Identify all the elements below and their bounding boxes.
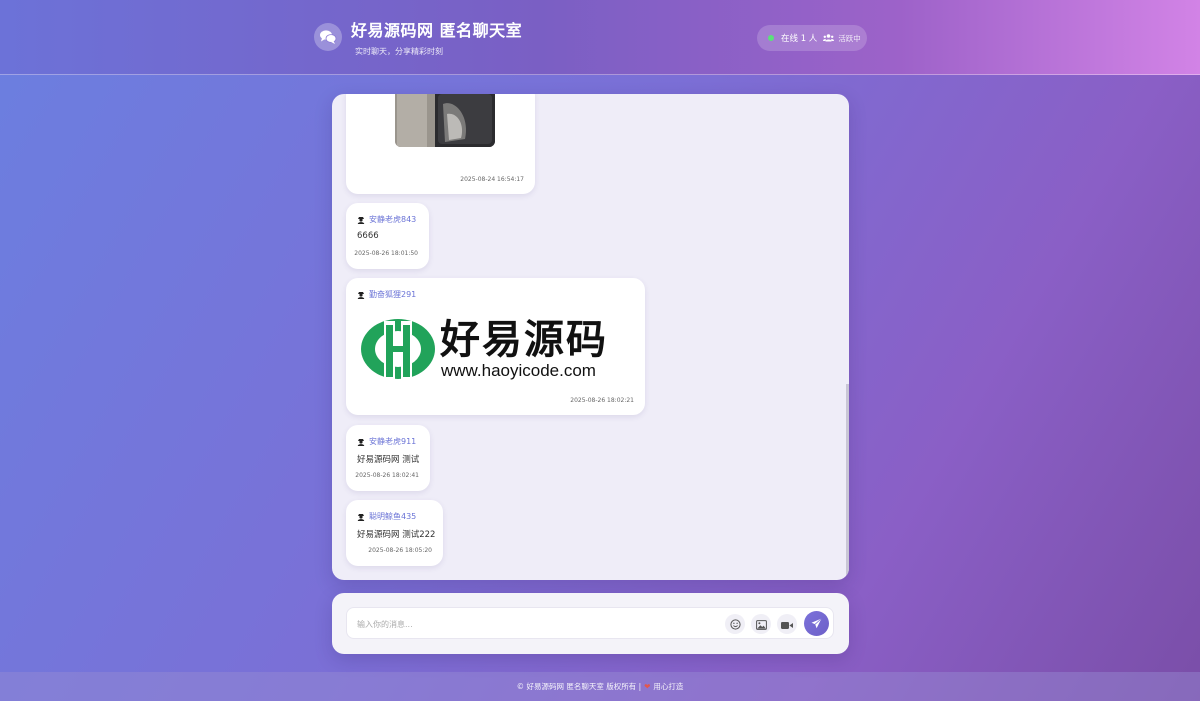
- top-header: 好易源码网 匿名聊天室 实时聊天，分享精彩时刻 在线 1 人 活跃中: [0, 0, 1200, 75]
- user-secret-icon: [357, 513, 365, 521]
- footer-made-with: 用心打造: [653, 682, 684, 691]
- heart-icon: ❤: [644, 682, 651, 691]
- haoyicode-logo[interactable]: 好易源码 www.haoyicode.com: [360, 316, 630, 384]
- message-bubble: 2025-08-24 16:54:17: [346, 94, 535, 194]
- users-icon: [823, 34, 835, 42]
- send-button[interactable]: [804, 611, 829, 636]
- message-time: 2025-08-26 18:01:50: [354, 250, 418, 257]
- user-secret-icon: [357, 438, 365, 446]
- message-username: 聪明鲸鱼435: [369, 512, 417, 521]
- send-icon: [811, 614, 822, 633]
- logo-text: 好易源码: [440, 317, 608, 363]
- message-time: 2025-08-26 18:02:21: [570, 397, 634, 404]
- footer-copyright: © 好易源码网 匿名聊天室 版权所有 |: [516, 682, 642, 691]
- chat-bubbles-icon: [314, 23, 342, 51]
- app-title: 好易源码网 匿名聊天室: [351, 21, 523, 40]
- image-icon: [755, 615, 767, 634]
- message-input-panel: [332, 593, 849, 654]
- message-user: 勤奋狐狸291: [357, 289, 416, 300]
- active-label: 活跃中: [838, 33, 861, 43]
- emoji-icon: [729, 615, 741, 634]
- brand: 好易源码网 匿名聊天室 实时聊天，分享精彩时刻: [314, 20, 522, 57]
- message-user: 聪明鲸鱼435: [357, 511, 416, 522]
- logo-url: www.haoyicode.com: [441, 361, 596, 380]
- message-text: 6666: [357, 231, 379, 241]
- phone-photo[interactable]: [395, 94, 495, 147]
- app-subtitle: 实时聊天，分享精彩时刻: [355, 47, 443, 56]
- message-user: 安静老虎843: [357, 214, 416, 225]
- message-text: 好易源码网 测试: [357, 455, 420, 465]
- message-input-box: [346, 607, 834, 639]
- message-time: 2025-08-26 18:02:41: [355, 472, 419, 479]
- user-secret-icon: [357, 291, 365, 299]
- message-text: 好易源码网 测试222: [357, 530, 436, 540]
- online-count: 在线 1 人: [781, 34, 818, 44]
- online-dot-icon: [768, 35, 774, 41]
- message-time: 2025-08-26 18:05:20: [368, 547, 432, 554]
- message-input[interactable]: [357, 616, 717, 632]
- video-upload-button[interactable]: [777, 614, 797, 634]
- emoji-button[interactable]: [725, 614, 745, 634]
- message-bubble: 聪明鲸鱼435 好易源码网 测试222 2025-08-26 18:05:20: [346, 500, 443, 566]
- image-upload-button[interactable]: [751, 614, 771, 634]
- online-status-pill: 在线 1 人 活跃中: [757, 25, 867, 51]
- message-user: 安静老虎911: [357, 436, 416, 447]
- message-username: 勤奋狐狸291: [369, 290, 417, 299]
- message-username: 安静老虎911: [369, 437, 417, 446]
- message-bubble: 安静老虎911 好易源码网 测试 2025-08-26 18:02:41: [346, 425, 430, 491]
- video-icon: [781, 615, 793, 634]
- user-secret-icon: [357, 216, 365, 224]
- message-username: 安静老虎843: [369, 215, 417, 224]
- message-bubble: 安静老虎843 6666 2025-08-26 18:01:50: [346, 203, 429, 269]
- chat-messages-panel[interactable]: 2025-08-24 16:54:17 安静老虎843 6666 2025-08…: [332, 94, 849, 580]
- message-time: 2025-08-24 16:54:17: [460, 176, 524, 183]
- message-bubble: 勤奋狐狸291 好易源码 www.haoyicode.com 2025-08-2…: [346, 278, 645, 415]
- page-footer: © 好易源码网 匿名聊天室 版权所有 | ❤ 用心打造: [0, 672, 1200, 701]
- scrollbar[interactable]: [846, 384, 849, 580]
